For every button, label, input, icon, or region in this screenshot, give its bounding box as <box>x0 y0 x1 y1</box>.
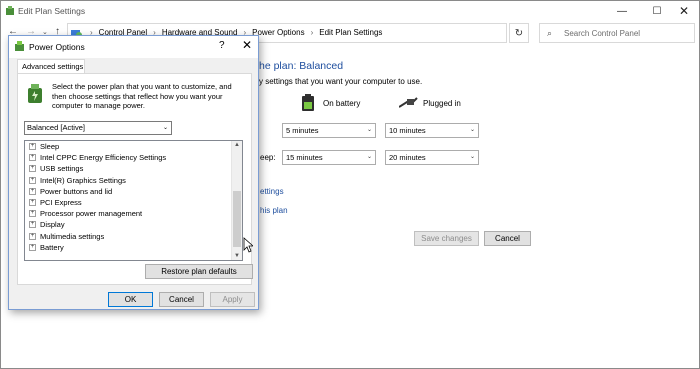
power-plan-icon <box>28 84 42 103</box>
select-value: 5 minutes <box>286 126 319 135</box>
advanced-settings-link[interactable]: ettings <box>260 187 284 196</box>
tree-scrollbar[interactable]: ▲ ▼ <box>231 141 242 260</box>
chevron-down-icon: ⌄ <box>366 127 372 133</box>
tree-item[interactable]: + Intel(R) Graphics Settings <box>25 175 242 186</box>
expand-icon[interactable]: + <box>29 232 36 240</box>
plugged-in-label: Plugged in <box>423 99 461 108</box>
ok-button[interactable]: OK <box>108 292 153 307</box>
tree-item[interactable]: + Processor power management <box>25 208 242 219</box>
mouse-cursor-icon <box>243 237 253 253</box>
search-placeholder: Search Control Panel <box>564 29 641 38</box>
tree-item[interactable]: + USB settings <box>25 163 242 174</box>
tree-item[interactable]: + Power buttons and lid <box>25 186 242 197</box>
dialog-cancel-button[interactable]: Cancel <box>159 292 204 307</box>
power-options-icon <box>6 6 14 15</box>
scroll-up-icon[interactable]: ▲ <box>234 142 240 148</box>
window-title: Edit Plan Settings <box>18 6 86 16</box>
power-options-icon <box>15 41 24 51</box>
expand-icon[interactable]: + <box>29 154 36 162</box>
select-value: 20 minutes <box>389 153 426 162</box>
tree-item-label: Multimedia settings <box>40 231 105 241</box>
expand-icon[interactable]: + <box>29 176 36 184</box>
tree-item-label: Intel(R) Graphics Settings <box>40 175 126 185</box>
dialog-description: Select the power plan that you want to c… <box>52 82 232 110</box>
chevron-down-icon: ⌄ <box>162 125 168 131</box>
restore-defaults-link[interactable]: his plan <box>260 206 288 215</box>
expand-icon[interactable]: + <box>29 243 36 251</box>
battery-icon <box>302 94 314 111</box>
chevron-down-icon: ⌄ <box>469 154 475 160</box>
scroll-down-icon[interactable]: ▼ <box>234 253 240 259</box>
minimize-button[interactable]: — <box>604 1 640 21</box>
tree-item-label: Sleep <box>40 142 60 152</box>
tree-item[interactable]: + PCI Express <box>25 197 242 208</box>
tree-item[interactable]: + Sleep <box>25 141 242 152</box>
expand-icon[interactable]: + <box>29 143 36 151</box>
display-off-plugged-select[interactable]: 10 minutes ⌄ <box>385 123 479 138</box>
cancel-button[interactable]: Cancel <box>484 231 531 246</box>
tree-item-label: USB settings <box>40 164 84 174</box>
power-plan-value: Balanced [Active] <box>27 123 85 132</box>
tree-item-label: Display <box>40 220 65 230</box>
tree-item-label: Battery <box>40 242 64 252</box>
tree-item-label: Processor power management <box>40 209 143 219</box>
plan-subtext: y settings that you want your computer t… <box>259 77 423 86</box>
expand-icon[interactable]: + <box>29 187 36 195</box>
tree-item[interactable]: + Multimedia settings <box>25 231 242 242</box>
sleep-battery-select[interactable]: 15 minutes ⌄ <box>282 150 376 165</box>
sleep-plugged-select[interactable]: 20 minutes ⌄ <box>385 150 479 165</box>
apply-button[interactable]: Apply <box>210 292 255 307</box>
tree-item[interactable]: + Battery <box>25 242 242 253</box>
save-changes-button[interactable]: Save changes <box>414 231 479 246</box>
select-value: 10 minutes <box>389 126 426 135</box>
power-plan-select[interactable]: Balanced [Active] ⌄ <box>24 121 172 135</box>
chevron-down-icon: ⌄ <box>469 127 475 133</box>
advanced-settings-panel: Select the power plan that you want to c… <box>17 73 253 285</box>
expand-icon[interactable]: + <box>29 165 36 173</box>
dialog-close-button[interactable]: ✕ <box>242 38 252 52</box>
breadcrumb-power-options[interactable]: Power Options <box>252 28 304 37</box>
expand-icon[interactable]: + <box>29 210 36 218</box>
tree-item[interactable]: + Intel CPPC Energy Efficiency Settings <box>25 152 242 163</box>
tree-item-label: PCI Express <box>40 198 82 208</box>
expand-icon[interactable]: + <box>29 199 36 207</box>
breadcrumb-edit-plan-settings[interactable]: Edit Plan Settings <box>319 28 382 37</box>
sleep-row-label: eep: <box>260 153 276 162</box>
dialog-title: Power Options <box>29 42 85 52</box>
search-input[interactable]: ⌕ Search Control Panel <box>539 23 695 43</box>
plug-icon <box>399 97 418 108</box>
on-battery-label: On battery <box>323 99 361 108</box>
refresh-button[interactable]: ↻ <box>509 23 529 43</box>
scroll-thumb[interactable] <box>233 191 241 247</box>
dialog-title-bar: Power Options ? ✕ <box>9 36 258 58</box>
restore-plan-defaults-button[interactable]: Restore plan defaults <box>145 264 253 279</box>
display-off-battery-select[interactable]: 5 minutes ⌄ <box>282 123 376 138</box>
plan-heading: he plan: Balanced <box>259 60 344 72</box>
settings-tree[interactable]: + Sleep + Intel CPPC Energy Efficiency Set… <box>24 140 243 261</box>
tab-advanced-settings[interactable]: Advanced settings <box>17 59 85 74</box>
expand-icon[interactable]: + <box>29 221 36 229</box>
close-button[interactable]: ✕ <box>666 1 700 21</box>
tree-item-label: Power buttons and lid <box>40 186 113 196</box>
select-value: 15 minutes <box>286 153 323 162</box>
tree-item-label: Intel CPPC Energy Efficiency Settings <box>40 153 167 163</box>
search-icon: ⌕ <box>547 28 553 38</box>
title-bar: Edit Plan Settings — ☐ ✕ <box>1 1 699 21</box>
chevron-down-icon: ⌄ <box>366 154 372 160</box>
power-options-dialog: Power Options ? ✕ Advanced settings Sele… <box>8 35 259 310</box>
help-button[interactable]: ? <box>219 40 225 51</box>
breadcrumb-separator[interactable]: › <box>311 28 314 37</box>
tree-item[interactable]: + Display <box>25 219 242 230</box>
